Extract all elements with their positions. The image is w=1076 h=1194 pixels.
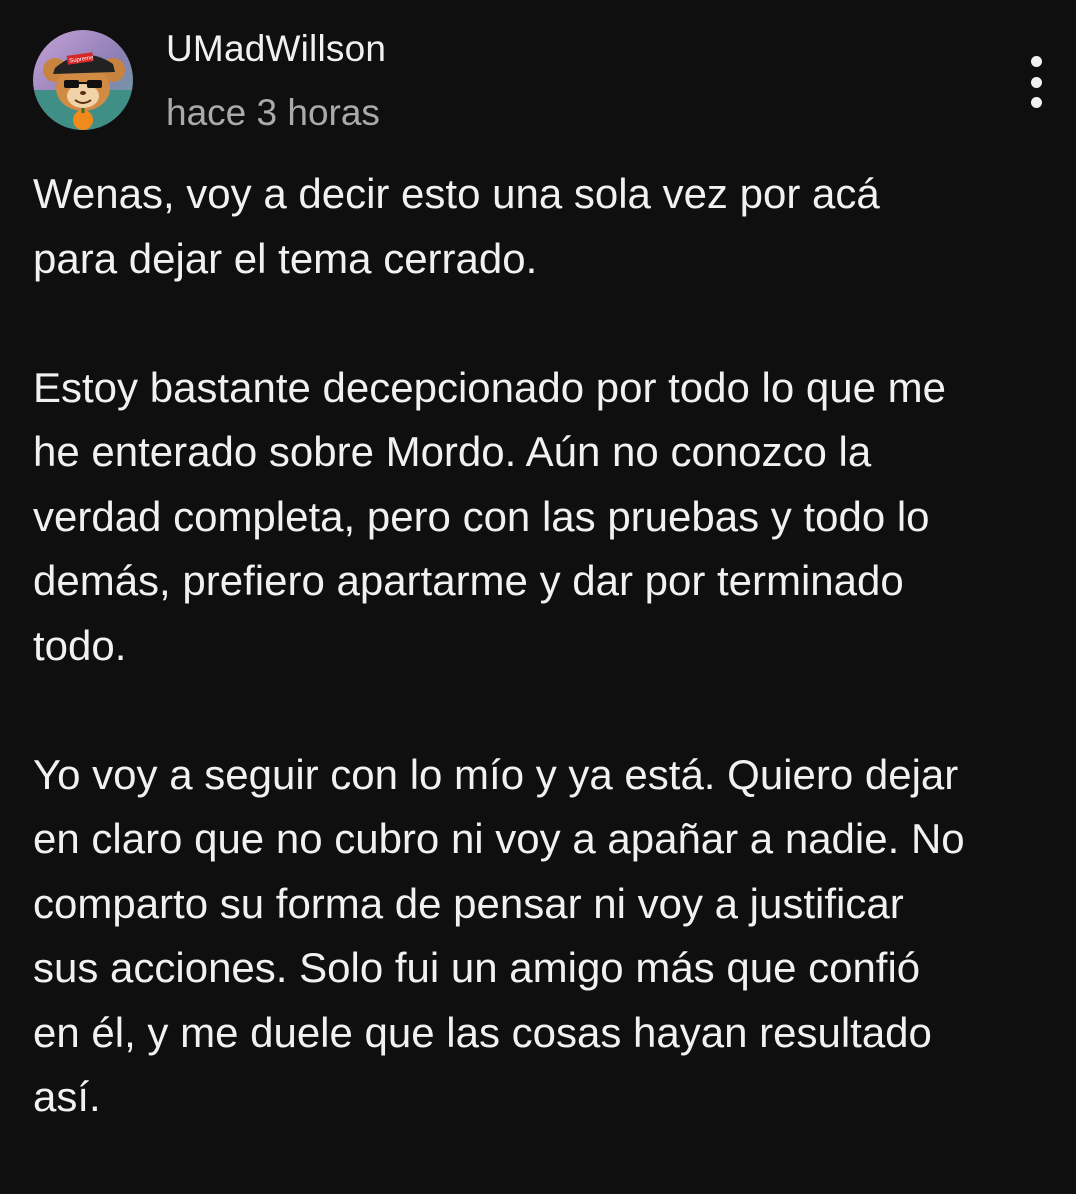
more-vertical-icon-dot <box>1030 76 1042 88</box>
comment-body: Wenas, voy a decir esto una sola vez por… <box>33 162 1053 1194</box>
comment-paragraph: Yo voy a seguir con lo mío y ya está. Qu… <box>33 750 965 1121</box>
avatar[interactable]: Supreme <box>33 30 133 130</box>
comment-header: Supreme UMadWillson hace 3 horas <box>0 0 1076 160</box>
author-name[interactable]: UMadWillson <box>166 28 386 70</box>
comment-paragraph: Wenas, voy a decir esto una sola vez por… <box>33 170 880 282</box>
more-options-button[interactable] <box>1016 52 1056 112</box>
comment-timestamp: hace 3 horas <box>166 92 380 133</box>
cartoon-mouse-avatar-icon: Supreme <box>33 30 133 130</box>
more-vertical-icon-dot <box>1030 97 1042 108</box>
comment-paragraph: Estoy bastante decepcionado por todo lo … <box>33 363 946 669</box>
more-vertical-icon-dot <box>1030 56 1042 67</box>
